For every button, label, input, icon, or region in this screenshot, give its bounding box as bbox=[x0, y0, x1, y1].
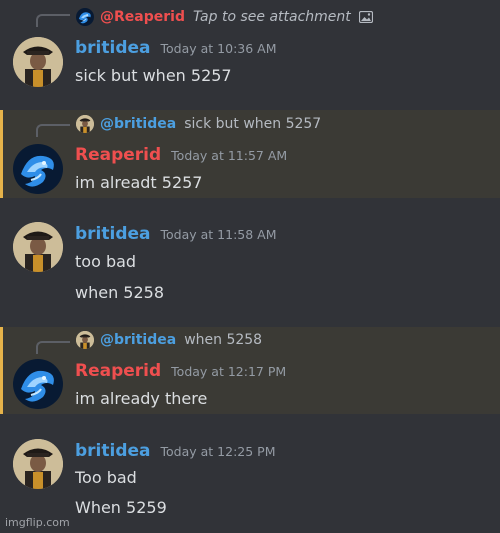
author-name[interactable]: Reaperid bbox=[75, 361, 161, 381]
message-4: @britidea when 5258 Reaperid Today at 12… bbox=[0, 327, 500, 414]
britidea-mini-avatar bbox=[76, 331, 94, 349]
message-2: @britidea sick but when 5257 Reaperid To… bbox=[0, 110, 500, 198]
timestamp[interactable]: Today at 12:25 PM bbox=[161, 444, 276, 459]
reaperid-avatar[interactable] bbox=[13, 144, 63, 194]
britidea-mini-avatar bbox=[76, 115, 94, 133]
message-5: britidea Today at 12:25 PM Too bad When … bbox=[0, 414, 500, 533]
timestamp[interactable]: Today at 11:57 AM bbox=[171, 148, 287, 163]
reply-text[interactable]: sick but when 5257 bbox=[184, 116, 321, 132]
reaperid-mini-avatar bbox=[76, 8, 94, 26]
reply-author[interactable]: @britidea bbox=[100, 332, 176, 348]
message-text: Too bad bbox=[75, 468, 137, 487]
image-icon bbox=[358, 11, 373, 23]
message-1: @Reaperid Tap to see attachment britidea… bbox=[0, 0, 500, 108]
reply-preview[interactable]: @Reaperid Tap to see attachment bbox=[76, 7, 373, 27]
reply-preview[interactable]: @britidea sick but when 5257 bbox=[76, 114, 321, 134]
reaperid-avatar[interactable] bbox=[13, 359, 63, 409]
author-name[interactable]: britidea bbox=[75, 224, 151, 244]
watermark: imgflip.com bbox=[5, 516, 70, 529]
timestamp[interactable]: Today at 12:17 PM bbox=[171, 364, 286, 379]
message-text: when 5258 bbox=[75, 283, 165, 302]
author-name[interactable]: Reaperid bbox=[75, 145, 161, 165]
message-text: im already there bbox=[75, 389, 208, 408]
author-name[interactable]: britidea bbox=[75, 441, 151, 461]
reply-text[interactable]: when 5258 bbox=[184, 332, 262, 348]
reply-text[interactable]: Tap to see attachment bbox=[193, 9, 351, 25]
britidea-avatar[interactable] bbox=[13, 37, 63, 87]
reply-preview[interactable]: @britidea when 5258 bbox=[76, 330, 262, 350]
reply-connector bbox=[36, 124, 70, 137]
reply-connector bbox=[36, 14, 70, 27]
message-3: britidea Today at 11:58 AM too bad when … bbox=[0, 198, 500, 326]
message-text: sick but when 5257 bbox=[75, 66, 232, 85]
author-name[interactable]: britidea bbox=[75, 38, 151, 58]
britidea-avatar[interactable] bbox=[13, 222, 63, 272]
message-text: im alreadt 5257 bbox=[75, 173, 203, 192]
reply-author[interactable]: @Reaperid bbox=[100, 9, 185, 25]
message-text: When 5259 bbox=[75, 498, 167, 517]
reply-connector bbox=[36, 341, 70, 354]
timestamp[interactable]: Today at 11:58 AM bbox=[161, 227, 277, 242]
reply-author[interactable]: @britidea bbox=[100, 116, 176, 132]
britidea-avatar[interactable] bbox=[13, 439, 63, 489]
message-text: too bad bbox=[75, 252, 137, 271]
timestamp[interactable]: Today at 10:36 AM bbox=[161, 41, 277, 56]
